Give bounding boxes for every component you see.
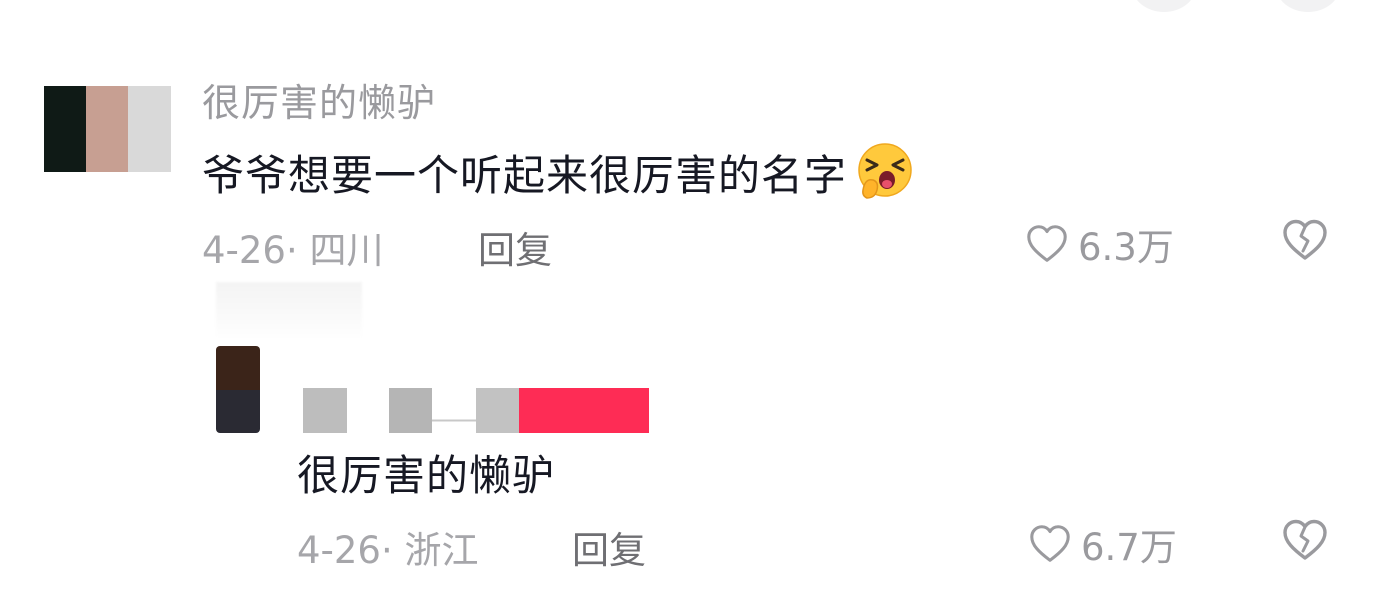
reply-text: 很厉害的懒驴: [297, 451, 556, 500]
reply-reply-button[interactable]: 回复: [572, 520, 646, 574]
yawning-face-emoji-icon: [853, 140, 917, 204]
avatar-mosaic-block: [128, 86, 171, 172]
avatar-mosaic-block: [44, 86, 86, 172]
author-badge: [519, 388, 649, 433]
mosaic-block: [303, 388, 347, 433]
reply-avatar[interactable]: [216, 346, 260, 433]
avatar-mosaic-block: [86, 86, 128, 172]
comment-username[interactable]: 很厉害的懒驴: [202, 72, 436, 127]
mosaic-block: [476, 388, 519, 433]
reply-username-mosaic[interactable]: [303, 388, 649, 433]
broken-heart-icon: [1283, 519, 1327, 560]
avatar[interactable]: [44, 86, 171, 172]
comment-body: 爷爷想要一个听起来很厉害的名字: [202, 140, 917, 204]
heart-icon: [1027, 225, 1067, 262]
reply-dislike-button[interactable]: [1280, 515, 1330, 569]
avatar-mosaic-block: [216, 390, 260, 433]
dislike-button[interactable]: [1280, 215, 1330, 269]
mosaic-block: [389, 388, 432, 433]
comment-text: 爷爷想要一个听起来很厉害的名字: [202, 150, 848, 200]
top-action-button-2[interactable]: [1276, 0, 1340, 12]
reply-button[interactable]: 回复: [478, 220, 552, 274]
mosaic-block: [347, 388, 389, 433]
reply-like-button[interactable]: 6.7万: [1027, 517, 1177, 571]
like-count: 6.3万: [1078, 226, 1174, 269]
mosaic-block: [432, 388, 476, 433]
heart-icon: [1030, 525, 1070, 562]
comment-date-location: 4-26· 四川: [202, 229, 384, 272]
like-count: 6.7万: [1081, 526, 1177, 569]
top-action-button[interactable]: [1132, 0, 1196, 12]
blurred-area: [216, 282, 362, 340]
reply-date-location: 4-26· 浙江: [297, 529, 479, 572]
avatar-mosaic-block: [216, 346, 260, 390]
like-button[interactable]: 6.3万: [1024, 217, 1174, 271]
broken-heart-icon: [1283, 219, 1327, 260]
